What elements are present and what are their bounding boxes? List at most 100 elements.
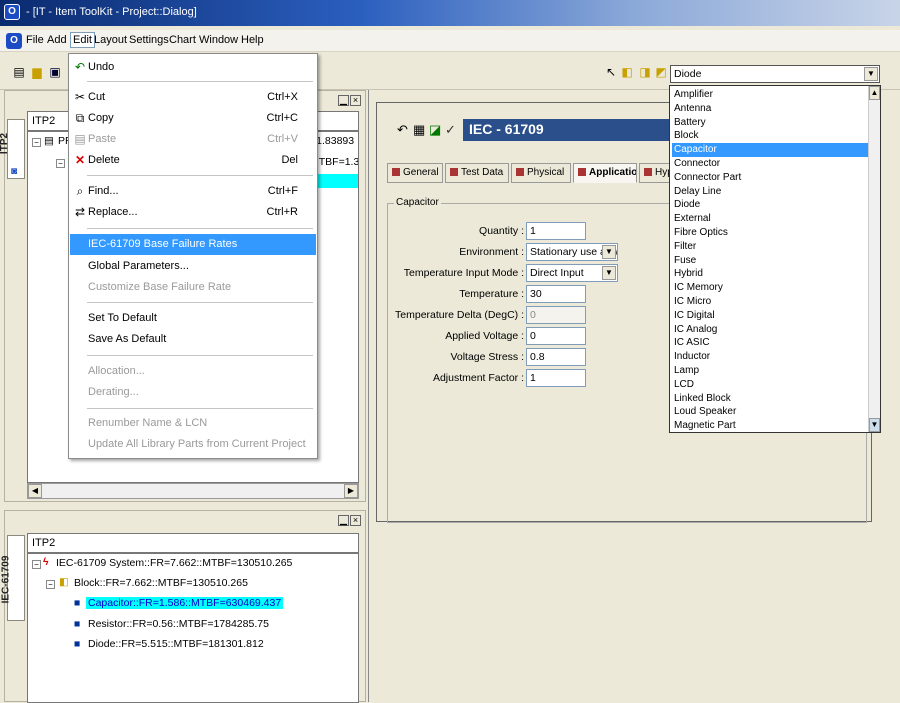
applied-voltage-input[interactable]: 0 bbox=[526, 327, 586, 345]
tree-node-diode[interactable]: Diode::FR=5.515::MTBF=181301.812 bbox=[88, 638, 264, 650]
project-icon: ▤ bbox=[44, 135, 54, 147]
dropdown-option[interactable]: IC Memory bbox=[672, 281, 868, 295]
vertical-scrollbar[interactable]: ▲ ▼ bbox=[868, 86, 880, 432]
menu-item-find[interactable]: ⌕ Find... Ctrl+F bbox=[70, 181, 316, 202]
menu-item-replace[interactable]: ⇄ Replace... Ctrl+R bbox=[70, 202, 316, 223]
minimize-icon[interactable]: ▁ bbox=[338, 95, 349, 106]
folder-part-icon[interactable]: ◩ bbox=[654, 65, 668, 81]
dropdown-option[interactable]: Magnetic Part bbox=[672, 419, 868, 432]
voltage-stress-input[interactable]: 0.8 bbox=[526, 348, 586, 366]
part-type-dropdown[interactable]: Amplifier Antenna Battery Block Capacitor Con… bbox=[669, 85, 881, 433]
chevron-down-icon[interactable]: ▼ bbox=[602, 245, 616, 259]
tab-general[interactable]: General bbox=[387, 163, 443, 183]
open-folder-icon[interactable]: ▆ bbox=[30, 65, 44, 81]
chevron-down-icon[interactable]: ▼ bbox=[602, 266, 616, 280]
menu-edit[interactable]: Edit bbox=[70, 32, 95, 48]
dropdown-option[interactable]: Connector Part bbox=[672, 171, 868, 185]
dropdown-option[interactable]: External bbox=[672, 212, 868, 226]
menu-file[interactable]: File bbox=[26, 34, 44, 46]
collapse-icon[interactable]: − bbox=[56, 159, 65, 168]
tree-node-capacitor[interactable]: Capacitor::FR=1.586::MTBF=630469.437 bbox=[86, 597, 284, 609]
menu-help[interactable]: Help bbox=[241, 34, 264, 46]
folder-add-icon[interactable]: ◨ bbox=[638, 65, 652, 81]
dropdown-option[interactable]: Hybrid bbox=[672, 267, 868, 281]
panel-header: ITP2 bbox=[27, 533, 359, 553]
dropdown-option[interactable]: Connector bbox=[672, 157, 868, 171]
menu-item-set-default[interactable]: Set To Default bbox=[70, 308, 316, 329]
dropdown-option[interactable]: Antenna bbox=[672, 102, 868, 116]
dropdown-option[interactable]: Fibre Optics bbox=[672, 226, 868, 240]
menu-add[interactable]: Add bbox=[47, 34, 67, 46]
menu-item-derating: Derating... bbox=[88, 386, 139, 398]
menu-item-global-parameters[interactable]: Global Parameters... bbox=[70, 256, 316, 277]
dropdown-option[interactable]: Loud Speaker bbox=[672, 405, 868, 419]
pointer-icon[interactable]: ↖ bbox=[604, 65, 618, 81]
new-page-icon[interactable]: ▤ bbox=[12, 65, 26, 81]
dropdown-option[interactable]: Battery bbox=[672, 116, 868, 130]
collapse-icon[interactable]: − bbox=[32, 560, 41, 569]
dropdown-option[interactable]: LCD bbox=[672, 378, 868, 392]
collapse-icon[interactable]: − bbox=[46, 580, 55, 589]
folder-icon[interactable]: ◧ bbox=[620, 65, 634, 81]
dropdown-option[interactable]: Fuse bbox=[672, 254, 868, 268]
dropdown-option[interactable]: Diode bbox=[672, 198, 868, 212]
menu-item-copy[interactable]: ⧉ Copy Ctrl+C bbox=[70, 108, 316, 129]
menu-window[interactable]: Window bbox=[199, 34, 238, 46]
menu-chart[interactable]: Chart bbox=[169, 34, 196, 46]
quantity-input[interactable]: 1 bbox=[526, 222, 586, 240]
menu-separator bbox=[87, 302, 313, 303]
spell-check-icon[interactable]: ✓ bbox=[445, 122, 456, 138]
save-icon[interactable]: ▣ bbox=[48, 65, 62, 81]
dropdown-option[interactable]: IC Micro bbox=[672, 295, 868, 309]
calculator-icon[interactable]: ▦ bbox=[413, 122, 425, 138]
menu-item-undo[interactable]: ↶ Undo bbox=[70, 57, 316, 78]
close-icon[interactable]: × bbox=[350, 95, 361, 106]
menu-item-cut[interactable]: ✂ Cut Ctrl+X bbox=[70, 87, 316, 108]
dropdown-option[interactable]: Capacitor bbox=[672, 143, 868, 157]
tab-itp2[interactable]: ITP2 ◙ bbox=[0, 119, 25, 179]
menu-separator bbox=[87, 355, 313, 356]
undo-icon[interactable]: ↶ bbox=[397, 122, 408, 138]
scroll-left-icon[interactable]: ◀ bbox=[28, 484, 42, 498]
scroll-down-icon[interactable]: ▼ bbox=[869, 418, 880, 432]
menu-item-base-failure-rates[interactable]: IEC-61709 Base Failure Rates bbox=[70, 234, 316, 255]
tab-iec-61709[interactable]: IEC-61709 bbox=[0, 535, 25, 621]
collapse-icon[interactable]: − bbox=[32, 138, 41, 147]
tree-view[interactable]: − ϟ IEC-61709 System::FR=7.662::MTBF=130… bbox=[27, 553, 359, 703]
tab-application[interactable]: Application bbox=[573, 163, 637, 183]
tree-node-resistor[interactable]: Resistor::FR=0.56::MTBF=1784285.75 bbox=[88, 618, 269, 630]
menu-item-save-default[interactable]: Save As Default bbox=[70, 329, 316, 350]
export-icon[interactable]: ◪ bbox=[429, 122, 441, 138]
tree-node-block[interactable]: Block::FR=7.662::MTBF=130510.265 bbox=[74, 577, 248, 589]
horizontal-scrollbar[interactable]: ◀ ▶ bbox=[27, 483, 359, 499]
menu-layout[interactable]: Layout bbox=[94, 34, 127, 46]
dropdown-option[interactable]: IC ASIC bbox=[672, 336, 868, 350]
environment-select[interactable]: Stationary use at we ▼ bbox=[526, 243, 618, 261]
adjustment-factor-input[interactable]: 1 bbox=[526, 369, 586, 387]
dropdown-option[interactable]: IC Analog bbox=[672, 323, 868, 337]
close-icon[interactable]: × bbox=[350, 515, 361, 526]
dropdown-option[interactable]: Block bbox=[672, 129, 868, 143]
menu-settings[interactable]: Settings bbox=[129, 34, 169, 46]
scroll-up-icon[interactable]: ▲ bbox=[869, 86, 880, 100]
tab-test-data[interactable]: Test Data bbox=[445, 163, 509, 183]
app-menu-icon[interactable]: O bbox=[6, 33, 22, 49]
dropdown-option[interactable]: IC Digital bbox=[672, 309, 868, 323]
dropdown-option[interactable]: Inductor bbox=[672, 350, 868, 364]
dropdown-option[interactable]: Filter bbox=[672, 240, 868, 254]
dropdown-option[interactable]: Linked Block bbox=[672, 392, 868, 406]
dropdown-option[interactable]: Amplifier bbox=[672, 88, 868, 102]
dropdown-option[interactable]: Lamp bbox=[672, 364, 868, 378]
part-type-combo[interactable]: Diode ▼ bbox=[670, 65, 880, 83]
tab-physical[interactable]: Physical bbox=[511, 163, 571, 183]
dropdown-option[interactable]: Delay Line bbox=[672, 185, 868, 199]
bottom-tree-panel: ▁ × IEC-61709 ITP2 − ϟ IEC-61709 System::… bbox=[0, 510, 366, 703]
chevron-down-icon[interactable]: ▼ bbox=[864, 67, 878, 81]
temp-mode-select[interactable]: Direct Input ▼ bbox=[526, 264, 618, 282]
tree-node-system[interactable]: IEC-61709 System::FR=7.662::MTBF=130510.… bbox=[56, 557, 292, 569]
minimize-icon[interactable]: ▁ bbox=[338, 515, 349, 526]
tab-icon bbox=[644, 168, 652, 177]
scroll-right-icon[interactable]: ▶ bbox=[344, 484, 358, 498]
menu-item-delete[interactable]: ✕ Delete Del bbox=[70, 150, 316, 171]
temperature-input[interactable]: 30 bbox=[526, 285, 586, 303]
